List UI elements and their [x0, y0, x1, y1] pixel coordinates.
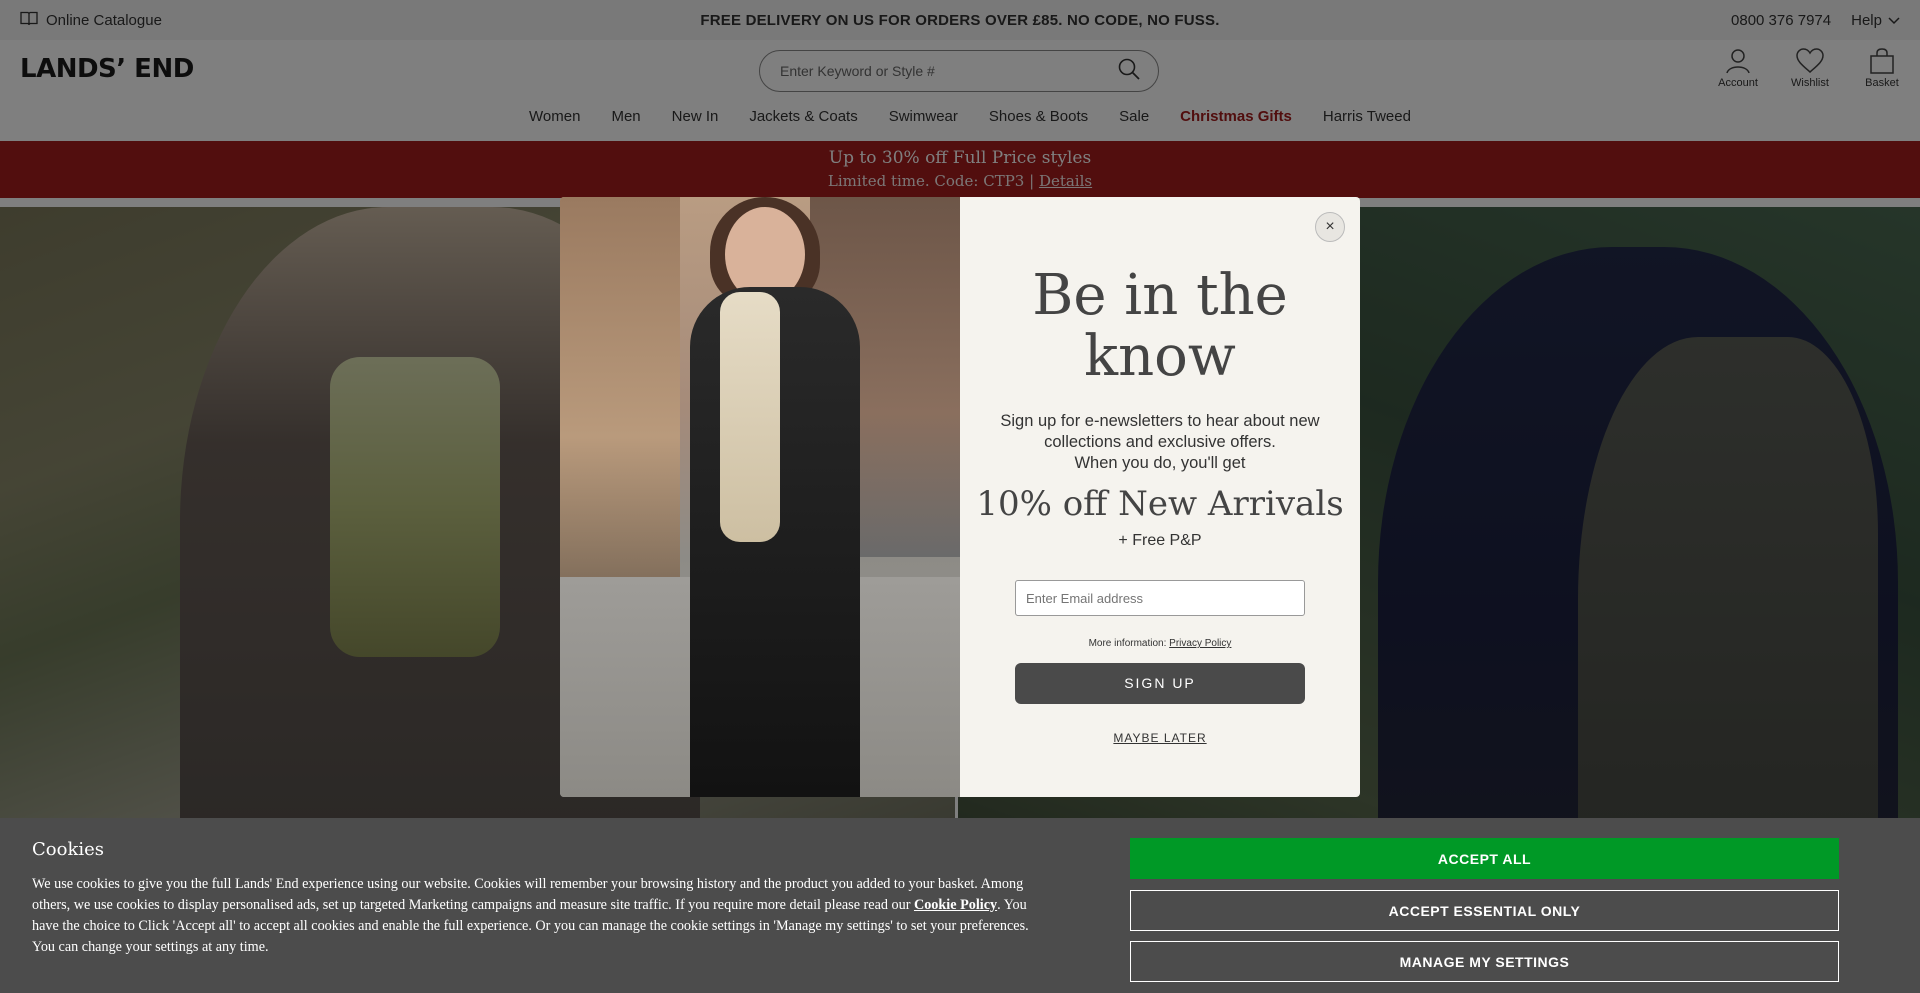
close-icon: × [1325, 218, 1335, 235]
privacy-policy-link[interactable]: Privacy Policy [1169, 638, 1231, 649]
cookie-title: Cookies [32, 839, 104, 860]
privacy-info: More information: Privacy Policy [960, 638, 1360, 649]
newsletter-heading: Be in the know [1032, 263, 1288, 389]
cookie-policy-link[interactable]: Cookie Policy [914, 897, 997, 913]
newsletter-image [560, 197, 960, 797]
maybe-later-link[interactable]: MAYBE LATER [960, 731, 1360, 745]
newsletter-content: × Be in the know Sign up for e-newslette… [960, 197, 1360, 797]
newsletter-description: Sign up for e-newsletters to hear about … [960, 411, 1360, 474]
sign-up-button[interactable]: SIGN UP [1015, 663, 1305, 704]
more-info-label: More information: [1088, 638, 1167, 649]
close-button[interactable]: × [1315, 212, 1345, 242]
newsletter-offer: 10% off New Arrivals [976, 484, 1344, 524]
newsletter-modal: × Be in the know Sign up for e-newslette… [560, 197, 1360, 797]
cookie-banner: Cookies We use cookies to give you the f… [0, 818, 1920, 993]
newsletter-free-pp: + Free P&P [1118, 532, 1202, 549]
manage-settings-button[interactable]: MANAGE MY SETTINGS [1130, 941, 1839, 982]
email-field[interactable] [1015, 580, 1305, 616]
cookie-text-part1: We use cookies to give you the full Land… [32, 876, 1024, 913]
newsletter-body-line2: When you do, you'll get [1074, 454, 1246, 472]
accept-essential-button[interactable]: ACCEPT ESSENTIAL ONLY [1130, 890, 1839, 931]
accept-all-button[interactable]: ACCEPT ALL [1130, 838, 1839, 879]
newsletter-body-line1: Sign up for e-newsletters to hear about … [1000, 412, 1320, 451]
cookie-description: We use cookies to give you the full Land… [32, 874, 1042, 958]
